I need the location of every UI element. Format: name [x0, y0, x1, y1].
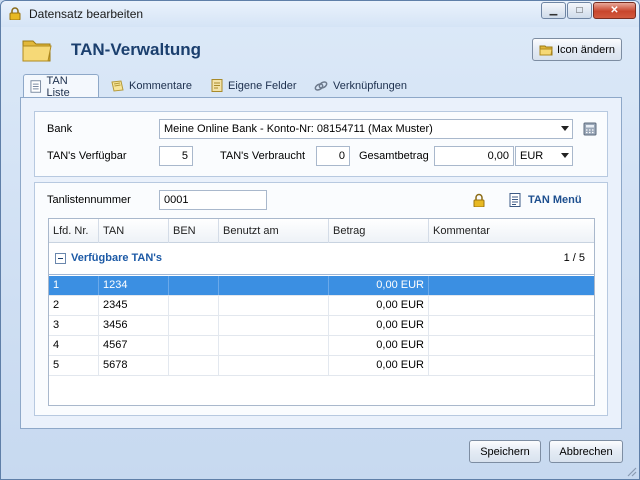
cell-ben	[169, 276, 219, 295]
bank-value: Meine Online Bank - Konto-Nr: 08154711 (…	[164, 123, 433, 135]
cell-used	[219, 316, 329, 335]
group-count: 1 / 5	[563, 252, 585, 264]
cell-amount: 0,00 EUR	[329, 356, 429, 375]
tab-label: Kommentare	[129, 79, 192, 92]
chevron-down-icon	[561, 153, 569, 158]
tab-eigene-felder[interactable]: Eigene Felder	[205, 74, 305, 97]
close-button[interactable]: ✕	[593, 2, 636, 19]
total-field[interactable]: 0,00	[434, 146, 514, 166]
total-label: Gesamtbetrag	[359, 150, 429, 162]
cell-comment	[429, 296, 594, 315]
cell-ben	[169, 316, 219, 335]
table-row[interactable]: 1 1234 0,00 EUR	[49, 276, 594, 296]
maximize-icon: □	[576, 5, 583, 16]
column-header[interactable]: Benutzt am	[219, 219, 329, 243]
lock-icon	[9, 7, 21, 20]
dialog-window: Datensatz bearbeiten ▁ □ ✕ TAN-Verwaltun…	[0, 0, 640, 480]
save-button[interactable]: Speichern	[469, 440, 541, 463]
column-header[interactable]: Betrag	[329, 219, 429, 243]
cell-amount: 0,00 EUR	[329, 276, 429, 295]
minimize-icon: ▁	[549, 5, 558, 16]
cell-used	[219, 336, 329, 355]
tab-kommentare[interactable]: Kommentare	[105, 74, 203, 97]
column-header[interactable]: BEN	[169, 219, 219, 243]
used-field[interactable]: 0	[316, 146, 350, 166]
list-number-label: Tanlistennummer	[47, 194, 131, 206]
table-header: Lfd. Nr. TAN BEN Benutzt am Betrag Komme…	[49, 219, 594, 243]
table-row[interactable]: 5 5678 0,00 EUR	[49, 356, 594, 376]
cell-amount: 0,00 EUR	[329, 336, 429, 355]
cell-comment	[429, 276, 594, 295]
cell-nr: 4	[49, 336, 99, 355]
tan-table: Lfd. Nr. TAN BEN Benutzt am Betrag Komme…	[48, 218, 595, 406]
tan-menu-button[interactable]: TAN Menü	[509, 193, 582, 207]
column-header[interactable]: TAN	[99, 219, 169, 243]
cell-amount: 0,00 EUR	[329, 296, 429, 315]
link-icon	[314, 80, 328, 91]
page-title: TAN-Verwaltung	[71, 40, 202, 59]
cell-used	[219, 296, 329, 315]
cell-used	[219, 356, 329, 375]
cell-nr: 5	[49, 356, 99, 375]
cell-comment	[429, 336, 594, 355]
currency-select[interactable]: EUR	[515, 146, 573, 166]
cell-tan: 1234	[99, 276, 169, 295]
maximize-button[interactable]: □	[567, 2, 592, 19]
calculator-icon[interactable]	[583, 122, 597, 136]
cell-amount: 0,00 EUR	[329, 316, 429, 335]
bank-select[interactable]: Meine Online Bank - Konto-Nr: 08154711 (…	[159, 119, 573, 139]
tab-verknuepfungen[interactable]: Verknüpfungen	[308, 74, 416, 97]
list-number-field[interactable]: 0001	[159, 190, 267, 210]
cell-tan: 3456	[99, 316, 169, 335]
table-row[interactable]: 2 2345 0,00 EUR	[49, 296, 594, 316]
title-bar[interactable]: Datensatz bearbeiten ▁ □ ✕	[1, 1, 639, 27]
form-icon	[211, 79, 223, 92]
cell-ben	[169, 296, 219, 315]
folder-icon	[539, 45, 553, 55]
folder-icon	[22, 40, 52, 62]
minimize-button[interactable]: ▁	[541, 2, 566, 19]
bank-label: Bank	[47, 123, 73, 135]
list-icon	[30, 80, 42, 93]
lock-icon[interactable]	[473, 193, 485, 207]
used-label: TAN's Verbraucht	[220, 150, 306, 162]
tab-tan-liste[interactable]: TAN Liste	[23, 74, 99, 99]
table-row[interactable]: 3 3456 0,00 EUR	[49, 316, 594, 336]
currency-value: EUR	[520, 150, 544, 162]
cell-tan: 4567	[99, 336, 169, 355]
table-row[interactable]: 4 4567 0,00 EUR	[49, 336, 594, 356]
tab-label: Verknüpfungen	[333, 79, 408, 92]
cell-nr: 3	[49, 316, 99, 335]
available-label: TAN's Verfügbar	[47, 150, 127, 162]
group-row[interactable]: Verfügbare TAN's 1 / 5	[49, 243, 594, 275]
document-icon	[509, 193, 521, 207]
group-title: Verfügbare TAN's	[71, 252, 163, 264]
cell-comment	[429, 356, 594, 375]
cell-ben	[169, 336, 219, 355]
chevron-down-icon	[561, 126, 569, 131]
cell-ben	[169, 356, 219, 375]
cell-tan: 5678	[99, 356, 169, 375]
cell-used	[219, 276, 329, 295]
change-icon-label: Icon ändern	[556, 43, 616, 56]
column-header[interactable]: Lfd. Nr.	[49, 219, 99, 243]
cell-comment	[429, 316, 594, 335]
window-title: Datensatz bearbeiten	[29, 7, 144, 21]
cell-tan: 2345	[99, 296, 169, 315]
tab-label: TAN Liste	[46, 74, 70, 99]
cell-nr: 1	[49, 276, 99, 295]
tab-label: Eigene Felder	[228, 79, 297, 92]
tan-menu-label: TAN Menü	[528, 194, 582, 206]
column-header[interactable]: Kommentar	[429, 219, 594, 243]
close-icon: ✕	[610, 5, 619, 16]
available-field[interactable]: 5	[159, 146, 193, 166]
cell-nr: 2	[49, 296, 99, 315]
cancel-button[interactable]: Abbrechen	[549, 440, 623, 463]
change-icon-button[interactable]: Icon ändern	[532, 38, 622, 61]
resize-grip-icon[interactable]	[625, 465, 637, 477]
collapse-icon[interactable]	[55, 253, 66, 264]
note-icon	[111, 79, 124, 92]
